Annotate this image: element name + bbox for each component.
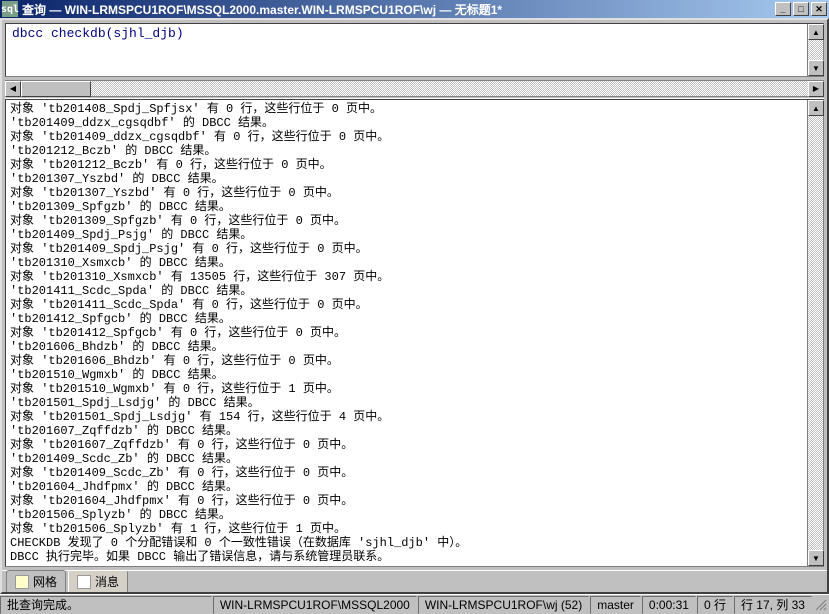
results-vertical-scrollbar[interactable]: ▲ ▼: [807, 100, 823, 566]
app-icon: sql: [2, 1, 18, 17]
scroll-down-icon[interactable]: ▼: [808, 60, 824, 76]
scroll-down-icon[interactable]: ▼: [808, 550, 824, 566]
scroll-up-icon[interactable]: ▲: [808, 24, 824, 40]
minimize-button[interactable]: _: [775, 2, 791, 16]
query-text[interactable]: dbcc checkdb(sjhl_djb): [6, 24, 807, 76]
query-horizontal-scrollbar[interactable]: ◀ ▶: [5, 80, 824, 96]
results-pane: 对象 'tb201408_Spdj_Spfjsx' 有 0 行，这些行位于 0 …: [5, 99, 824, 567]
scroll-right-icon[interactable]: ▶: [808, 81, 824, 97]
query-vertical-scrollbar[interactable]: ▲ ▼: [807, 24, 823, 76]
results-text[interactable]: 对象 'tb201408_Spdj_Spfjsx' 有 0 行，这些行位于 0 …: [6, 100, 807, 566]
scroll-up-icon[interactable]: ▲: [808, 100, 824, 116]
status-server: WIN-LRMSPCU1ROF\MSSQL2000: [213, 596, 417, 614]
scroll-track[interactable]: [21, 81, 808, 96]
scroll-thumb[interactable]: [21, 81, 91, 97]
title-bar: sql 查询 — WIN-LRMSPCU1ROF\MSSQL2000.maste…: [0, 0, 829, 18]
close-button[interactable]: ✕: [811, 2, 827, 16]
tab-messages[interactable]: 消息: [68, 570, 128, 592]
query-editor-pane[interactable]: dbcc checkdb(sjhl_djb) ▲ ▼: [5, 23, 824, 77]
window-title: 查询 — WIN-LRMSPCU1ROF\MSSQL2000.master.WI…: [22, 1, 775, 18]
tab-grid[interactable]: 网格: [6, 570, 66, 592]
scroll-track[interactable]: [808, 116, 823, 550]
maximize-button[interactable]: □: [793, 2, 809, 16]
status-database: master: [590, 596, 641, 614]
tab-grid-label: 网格: [33, 573, 57, 590]
status-rows: 0 行: [697, 596, 733, 614]
scroll-track[interactable]: [808, 40, 823, 60]
status-cursor-position: 行 17, 列 33: [734, 596, 812, 614]
status-message: 批查询完成。: [0, 596, 212, 614]
status-user: WIN-LRMSPCU1ROF\wj (52): [418, 596, 589, 614]
status-elapsed: 0:00:31: [642, 596, 696, 614]
status-bar: 批查询完成。 WIN-LRMSPCU1ROF\MSSQL2000 WIN-LRM…: [0, 594, 829, 614]
tab-messages-label: 消息: [95, 573, 119, 590]
scroll-left-icon[interactable]: ◀: [5, 81, 21, 97]
resize-grip[interactable]: [813, 597, 829, 613]
results-tabs: 网格 消息: [2, 570, 827, 592]
messages-icon: [77, 575, 91, 589]
grid-icon: [15, 575, 29, 589]
